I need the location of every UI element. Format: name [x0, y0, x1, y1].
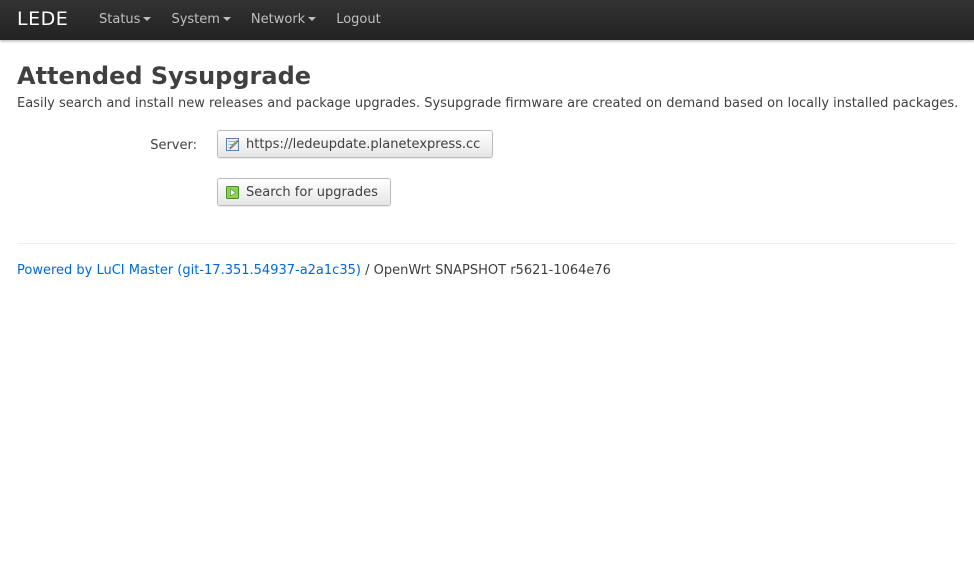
caret-down-icon: [222, 16, 231, 21]
nav-system[interactable]: System: [161, 0, 240, 40]
nav-system-label: System: [171, 12, 220, 27]
footer-divider: [17, 243, 957, 244]
server-label: Server:: [150, 138, 197, 153]
main-nav: Status System Network Logout: [89, 0, 391, 40]
page-title: Attended Sysupgrade: [17, 62, 312, 90]
nav-logout[interactable]: Logout: [326, 0, 391, 40]
edit-icon: [226, 138, 239, 151]
footer: Powered by LuCI Master (git-17.351.54937…: [17, 262, 611, 279]
server-url: https://ledeupdate.planetexpress.cc: [246, 137, 481, 152]
nav-network[interactable]: Network: [241, 0, 326, 40]
firmware-version: OpenWrt SNAPSHOT r5621-1064e76: [373, 263, 611, 278]
nav-status-label: Status: [99, 12, 141, 27]
footer-separator: /: [360, 263, 374, 278]
page-description: Easily search and install new releases a…: [17, 96, 959, 111]
nav-status[interactable]: Status: [89, 0, 161, 40]
brand-logo[interactable]: LEDE: [17, 8, 68, 30]
luci-link[interactable]: Powered by LuCI Master (git-17.351.54937…: [17, 263, 361, 278]
search-upgrades-label: Search for upgrades: [246, 185, 378, 200]
play-icon: [226, 186, 239, 199]
top-navbar: LEDE Status System Network Logout: [0, 0, 974, 40]
server-edit-button[interactable]: https://ledeupdate.planetexpress.cc: [217, 130, 493, 158]
caret-down-icon: [143, 16, 152, 21]
caret-down-icon: [308, 16, 317, 21]
search-upgrades-button[interactable]: Search for upgrades: [217, 178, 391, 206]
nav-network-label: Network: [250, 12, 306, 27]
nav-logout-label: Logout: [336, 12, 381, 27]
